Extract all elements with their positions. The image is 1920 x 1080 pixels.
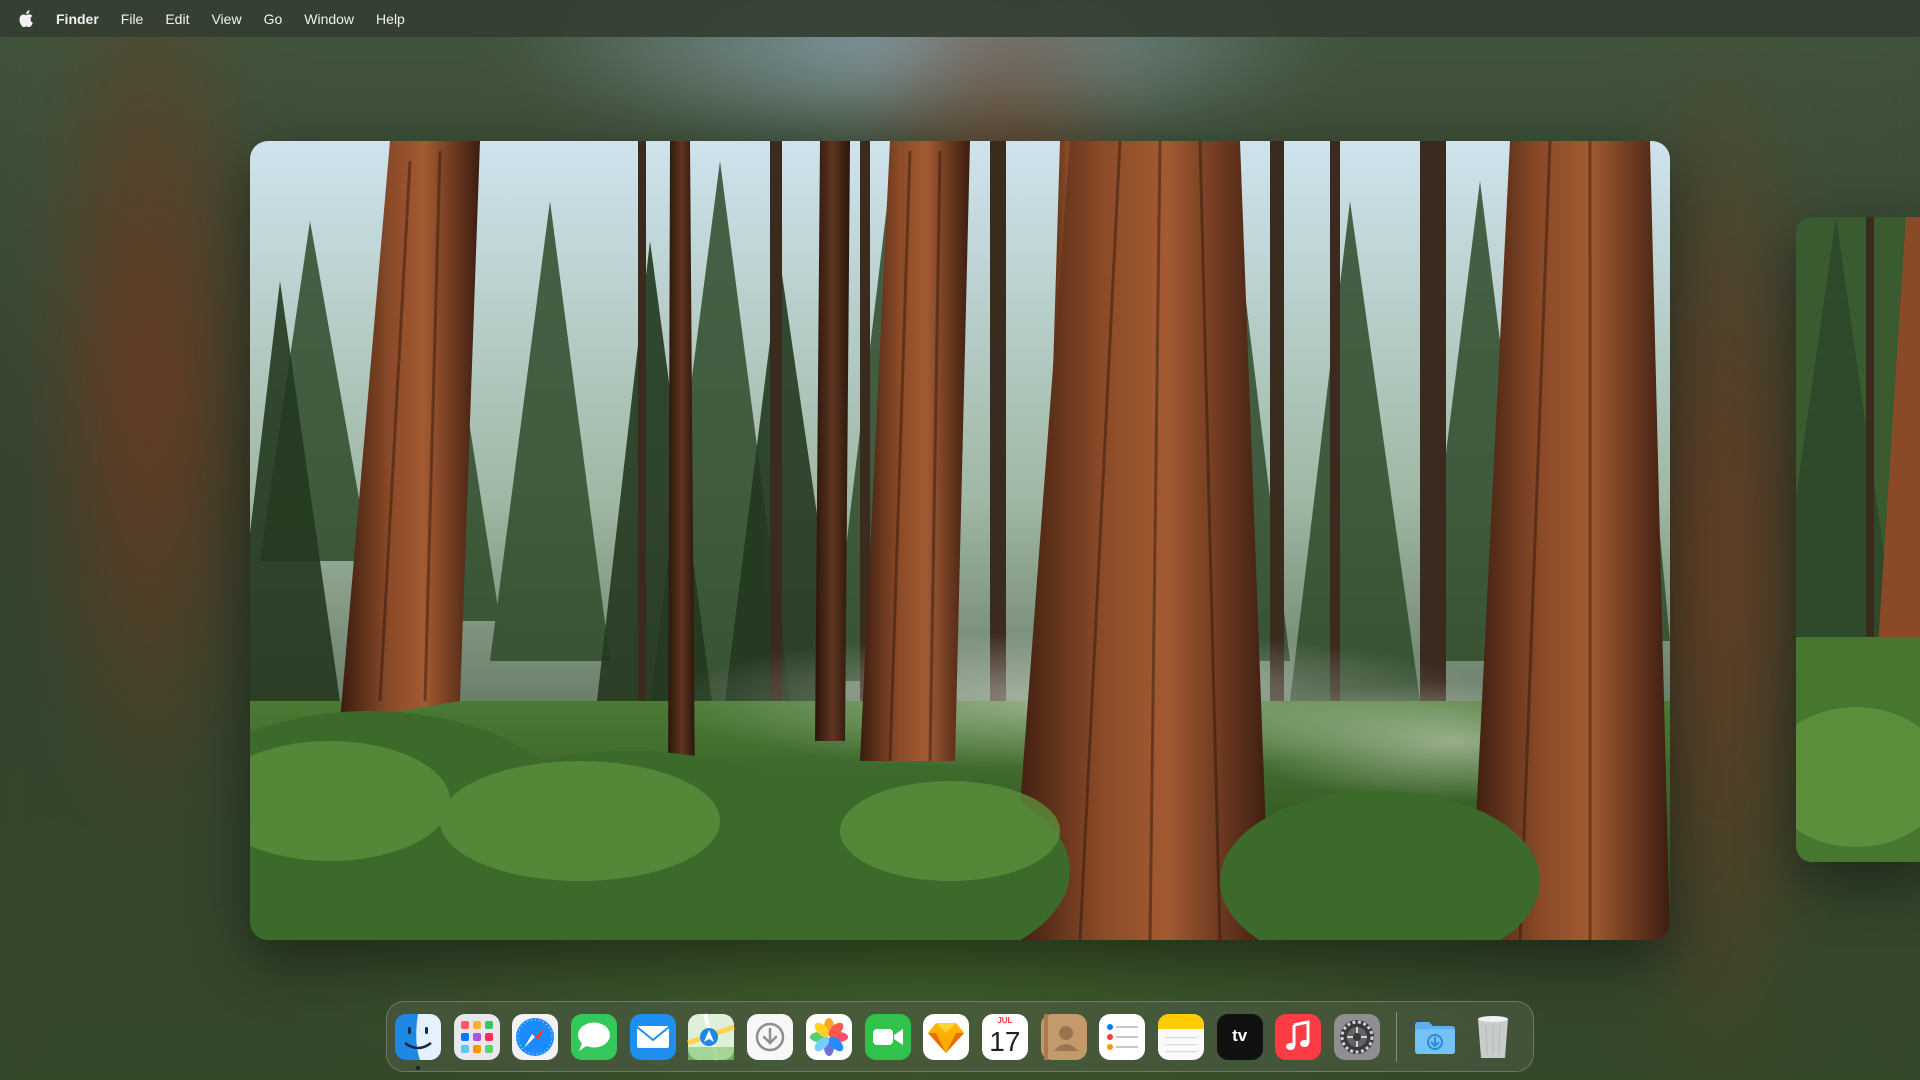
facetime-icon (864, 1013, 911, 1060)
dock-notes[interactable] (1157, 1013, 1205, 1061)
contacts-icon (1040, 1013, 1087, 1060)
dock-system-settings[interactable] (1333, 1013, 1381, 1061)
downloads-folder-icon (1414, 1021, 1455, 1054)
maps-icon (687, 1012, 736, 1061)
menu-go[interactable]: Go (264, 11, 283, 27)
wallpaper-preview-next[interactable] (1796, 217, 1920, 862)
dock-sketch[interactable] (922, 1013, 970, 1061)
dock-maps[interactable] (687, 1012, 736, 1061)
tv-label: tv (1232, 1025, 1248, 1045)
menu-help[interactable]: Help (376, 11, 405, 27)
settings-gear-icon (1334, 1013, 1380, 1060)
dock-launchpad[interactable] (453, 1013, 501, 1061)
menu-edit[interactable]: Edit (165, 11, 189, 27)
dock: JUL 17 tv (386, 1001, 1534, 1072)
dock-facetime[interactable] (864, 1013, 912, 1061)
dock-separator (1395, 1011, 1397, 1062)
notes-icon (1157, 1013, 1204, 1060)
dock-tv[interactable]: tv (1216, 1013, 1264, 1061)
dock-messages[interactable] (570, 1013, 618, 1061)
dock-trash[interactable] (1469, 1013, 1517, 1061)
dock-music[interactable] (1274, 1013, 1322, 1061)
dock-downloads-stack[interactable] (1411, 1013, 1459, 1061)
apple-logo-icon[interactable] (18, 10, 34, 28)
launchpad-icon (453, 1013, 500, 1060)
forest-image-next (1796, 217, 1920, 862)
menu-app-name[interactable]: Finder (56, 11, 99, 27)
dock-photos[interactable] (805, 1013, 853, 1061)
sketch-icon (923, 1013, 970, 1060)
finder-running-indicator (416, 1065, 420, 1070)
download-circle-icon (747, 1013, 794, 1060)
messages-icon (571, 1013, 618, 1060)
trash-icon (1478, 1015, 1509, 1058)
reminders-icon (1099, 1013, 1146, 1060)
dock-contacts[interactable] (1040, 1013, 1088, 1061)
safari-icon (512, 1013, 559, 1060)
finder-icon (395, 1013, 441, 1060)
dock-safari[interactable] (511, 1013, 559, 1061)
menu-view[interactable]: View (211, 11, 241, 27)
dock-reminders[interactable] (1098, 1013, 1146, 1061)
photos-icon (805, 1013, 852, 1060)
music-icon (1275, 1013, 1322, 1060)
wallpaper-preview-main[interactable] (250, 141, 1670, 940)
dock-calendar[interactable]: JUL 17 (981, 1013, 1029, 1061)
menu-file[interactable]: File (121, 11, 144, 27)
dock-downloads-manager[interactable] (746, 1013, 794, 1061)
calendar-day: 17 (989, 1025, 1021, 1057)
forest-image (250, 141, 1670, 940)
dock-mail[interactable] (629, 1013, 677, 1061)
menu-bar: Finder File Edit View Go Window Help (0, 0, 1920, 37)
calendar-month: JUL (997, 1015, 1013, 1025)
mail-icon (629, 1013, 676, 1060)
dock-finder[interactable] (394, 1013, 442, 1070)
menu-window[interactable]: Window (304, 11, 354, 27)
